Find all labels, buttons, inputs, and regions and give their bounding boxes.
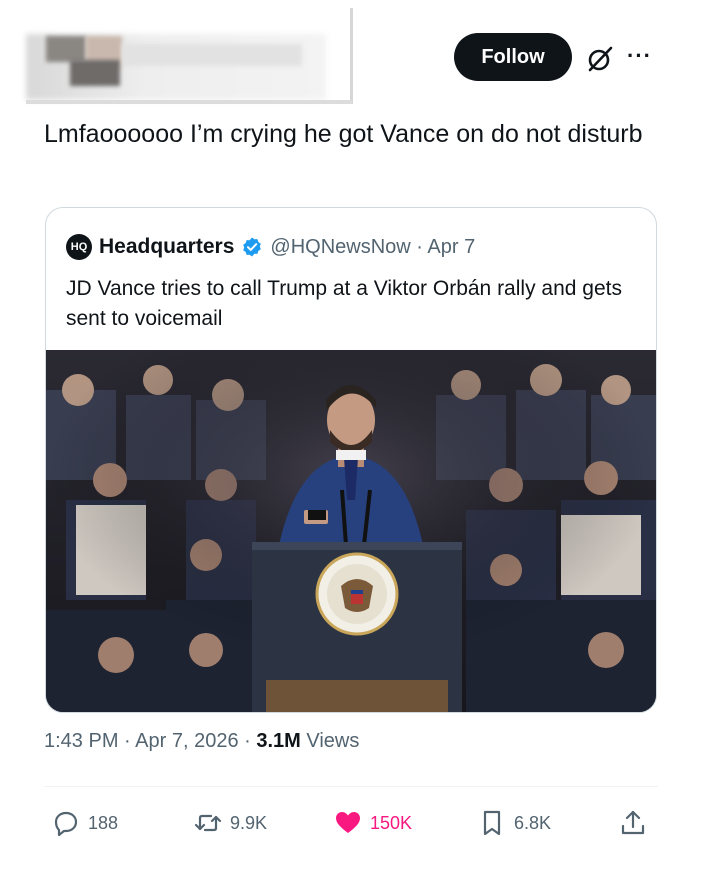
quoted-tweet-media[interactable] [46, 350, 656, 712]
views-label: Views [300, 730, 360, 752]
quoted-tweet-header: HQ Headquarters @HQNewsNow · Apr 7 [66, 234, 475, 260]
reply-button[interactable]: 188 [52, 806, 118, 840]
verified-badge-icon [241, 236, 263, 258]
tweet-text: Lmfaoooooo I’m crying he got Vance on do… [44, 120, 643, 148]
blurred-profile-header [26, 8, 354, 104]
like-count: 150K [370, 812, 413, 833]
quoted-tweet-card[interactable]: HQ Headquarters @HQNewsNow · Apr 7 JD Va… [45, 207, 657, 713]
share-button[interactable] [619, 806, 647, 840]
grok-icon[interactable] [585, 44, 615, 74]
repost-icon [194, 814, 222, 832]
quoted-tweet-text: JD Vance tries to call Trump at a Viktor… [66, 277, 622, 330]
quoted-author-name[interactable]: Headquarters [99, 235, 234, 259]
like-button[interactable]: 150K [334, 806, 412, 840]
reply-count: 188 [88, 812, 119, 833]
follow-button[interactable]: Follow [454, 33, 572, 81]
repost-button[interactable]: 9.9K [194, 806, 267, 840]
heart-icon [336, 812, 360, 833]
bookmark-button[interactable]: 6.8K [478, 806, 551, 840]
reply-icon [54, 811, 78, 837]
share-icon [621, 810, 645, 835]
quoted-handle-date[interactable]: @HQNewsNow · Apr 7 [270, 236, 475, 259]
bookmark-icon [483, 810, 501, 836]
repost-count: 9.9K [230, 812, 268, 833]
bookmark-count: 6.8K [514, 812, 552, 833]
tweet-timestamp[interactable]: 1:43 PM · Apr 7, 2026 · 3.1M Views [44, 730, 359, 753]
views-count: 3.1M [256, 730, 301, 752]
avatar[interactable]: HQ [66, 234, 92, 260]
divider [44, 786, 658, 787]
more-icon[interactable]: ··· [627, 44, 657, 68]
time-date: 1:43 PM · Apr 7, 2026 · [44, 730, 257, 752]
